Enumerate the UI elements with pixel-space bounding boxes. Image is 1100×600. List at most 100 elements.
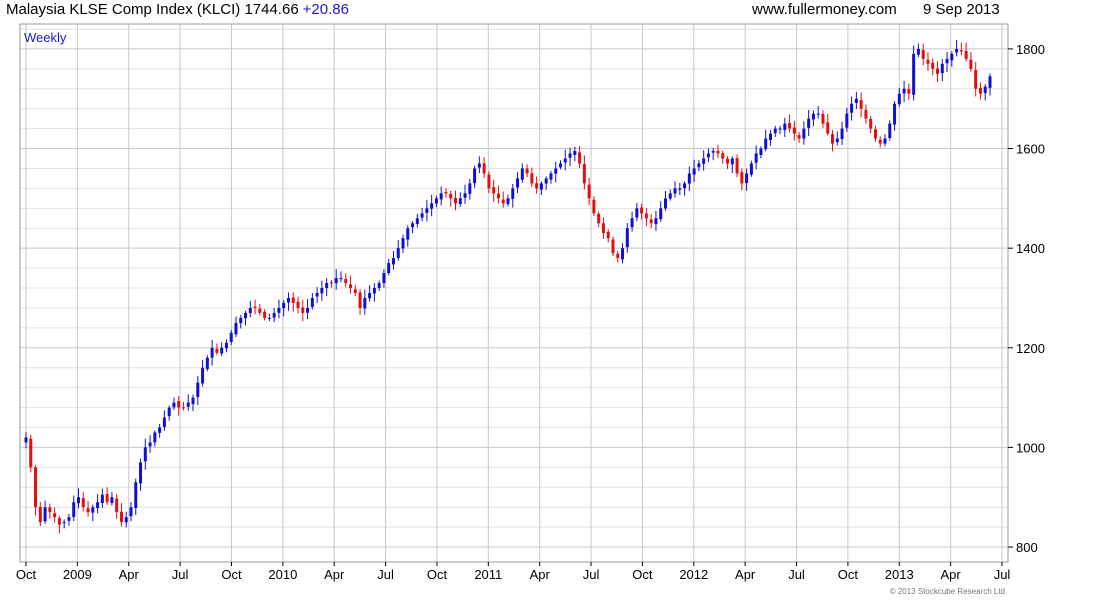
candle-body: [740, 172, 744, 184]
candle-body: [936, 68, 940, 74]
candle-body: [258, 308, 262, 313]
candle-body: [253, 306, 257, 308]
candle-body: [439, 193, 443, 200]
candle-body: [181, 407, 185, 409]
candle-body: [162, 417, 166, 427]
candle-body: [978, 87, 982, 94]
candle-body: [940, 63, 944, 74]
candle-body: [597, 213, 601, 224]
candle-body: [167, 407, 171, 417]
y-tick-label: 1600: [1016, 142, 1045, 157]
candle-body: [516, 178, 520, 188]
candle-body: [912, 53, 916, 95]
candle-body: [444, 191, 448, 194]
candle-body: [62, 522, 66, 524]
candle-body: [396, 248, 400, 258]
candle-body: [706, 153, 710, 158]
candle-body: [72, 502, 76, 518]
candle-body: [349, 284, 353, 289]
candle-body: [840, 128, 844, 140]
candle-series: [24, 40, 992, 534]
x-tick-label: Apr: [941, 567, 962, 582]
candle-body: [344, 278, 348, 284]
candle-body: [191, 397, 195, 405]
candle-body: [177, 401, 181, 408]
candle-body: [425, 208, 429, 213]
candle-body: [878, 139, 882, 144]
candle-body: [854, 98, 858, 103]
candle-body: [539, 183, 543, 190]
candle-body: [172, 402, 176, 408]
candle-body: [969, 59, 973, 69]
candle-body: [224, 342, 228, 349]
candle-body: [57, 518, 61, 525]
candle-body: [783, 123, 787, 131]
candle-body: [544, 178, 548, 184]
candle-body: [482, 163, 486, 174]
candle-body: [621, 248, 625, 260]
candle-body: [945, 58, 949, 64]
candle-body: [678, 188, 682, 190]
candle-body: [415, 218, 419, 224]
candle-body: [434, 198, 438, 204]
candle-body: [974, 69, 978, 89]
candle-body: [229, 332, 233, 342]
candle-body: [873, 129, 877, 139]
candle-body: [506, 198, 510, 205]
candle-body: [864, 109, 868, 119]
candle-body: [788, 123, 792, 129]
candle-body: [329, 282, 333, 284]
candle-body: [773, 128, 777, 134]
candle-body: [630, 218, 634, 228]
candle-body: [563, 158, 567, 163]
candle-body: [454, 197, 458, 204]
candle-body: [673, 188, 677, 194]
candle-body: [387, 263, 391, 274]
candle-body: [663, 198, 667, 209]
candle-body: [950, 53, 954, 61]
candle-body: [554, 168, 558, 174]
candle-body: [458, 198, 462, 205]
candle-body: [535, 183, 539, 189]
candle-body: [616, 253, 620, 259]
candle-body: [420, 213, 424, 218]
candle-body: [893, 103, 897, 125]
candle-body: [640, 207, 644, 214]
candle-body: [721, 153, 725, 159]
candle-body: [659, 208, 663, 220]
candle-body: [764, 138, 768, 150]
y-tick-label: 1200: [1016, 341, 1045, 356]
candle-body: [811, 113, 815, 120]
candle-body: [377, 283, 381, 288]
candle-body: [635, 208, 639, 218]
candle-body: [816, 113, 820, 115]
candle-body: [325, 283, 329, 289]
copyright-note: © 2013 Stockcube Research Ltd: [889, 587, 1005, 596]
x-tick-label: 2013: [885, 567, 914, 582]
candle-body: [687, 173, 691, 184]
candle-body: [964, 50, 968, 59]
candle-body: [406, 228, 410, 240]
candle-body: [158, 427, 162, 433]
candle-body: [802, 128, 806, 139]
candle-body: [38, 506, 42, 523]
candle-body: [234, 322, 238, 335]
candle-body: [850, 103, 854, 113]
candle-body: [24, 437, 28, 443]
candle-body: [601, 223, 605, 234]
candle-body: [916, 48, 920, 55]
candle-body: [883, 138, 887, 144]
candle-body: [81, 498, 85, 508]
candle-body: [339, 278, 343, 280]
candle-body: [745, 173, 749, 184]
y-tick-label: 800: [1016, 540, 1038, 555]
candle-body: [286, 297, 290, 303]
x-tick-label: Oct: [16, 567, 37, 582]
x-tick-label: 2010: [268, 567, 297, 582]
candle-body: [148, 442, 152, 447]
candle-body: [549, 173, 553, 180]
candle-body: [48, 507, 52, 513]
candle-body: [267, 317, 271, 319]
candle-body: [449, 193, 453, 199]
candle-body: [983, 86, 987, 94]
